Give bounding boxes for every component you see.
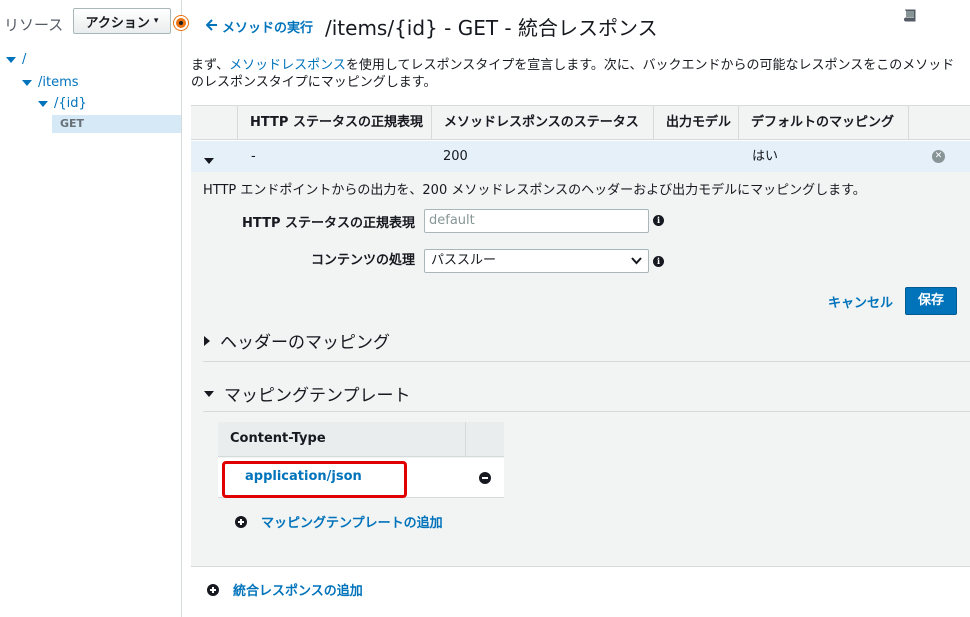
- column-header-default: デフォルトのマッピング: [738, 106, 908, 139]
- intro-text: まず、メソッドレスポンスを使用してレスポンスタイプを宣言します。次に、バックエン…: [191, 57, 961, 91]
- tree-item-items[interactable]: /items: [22, 75, 79, 90]
- expand-triangle-icon[interactable]: [6, 56, 16, 63]
- cell-regex: -: [251, 149, 256, 164]
- divider: [203, 361, 970, 362]
- arrow-left-icon: [205, 18, 218, 35]
- highlight-annotation: [222, 461, 407, 498]
- chevron-down-icon: [631, 250, 642, 280]
- info-icon[interactable]: i: [653, 256, 664, 267]
- save-button[interactable]: 保存: [905, 287, 957, 315]
- add-icon: [207, 583, 219, 596]
- content-handling-value: パススルー: [431, 253, 497, 268]
- panel-resize-handle[interactable]: [174, 16, 188, 30]
- collapse-row-icon[interactable]: [204, 153, 214, 168]
- expand-triangle-icon[interactable]: [38, 100, 48, 107]
- tree-item-get[interactable]: GET: [52, 115, 181, 133]
- tree-item-id[interactable]: /{id}: [38, 96, 87, 111]
- divider: [203, 411, 970, 412]
- method-response-link[interactable]: メソッドレスポンス: [229, 58, 346, 73]
- expand-right-icon: [204, 335, 210, 346]
- actions-button[interactable]: アクション ▾: [73, 8, 171, 34]
- column-header-model: 出力モデル: [653, 106, 738, 139]
- content-handling-select[interactable]: パススルー: [424, 249, 649, 273]
- add-integration-response-button[interactable]: 統合レスポンスの追加: [207, 580, 363, 599]
- tree-item-root[interactable]: /: [6, 52, 26, 67]
- expand-triangle-icon[interactable]: [22, 79, 32, 86]
- regex-input[interactable]: default: [424, 209, 649, 233]
- actions-button-label: アクション: [85, 15, 150, 31]
- cell-default: はい: [752, 149, 779, 164]
- intro-before: まず、: [191, 58, 230, 73]
- detail-description: HTTP エンドポイントからの出力を、200 メソッドレスポンスのヘッダーおよび…: [203, 183, 866, 198]
- column-header-status: メソッドレスポンスのステータス: [431, 106, 653, 139]
- table-row[interactable]: - 200 はい: [191, 141, 970, 172]
- page-title: /items/{id} - GET - 統合レスポンス: [325, 16, 658, 40]
- tree-item-id-label[interactable]: /{id}: [54, 96, 87, 111]
- header-mapping-title[interactable]: ヘッダーのマッピング: [220, 328, 390, 353]
- back-to-method-execution-link[interactable]: メソッドの実行: [205, 17, 313, 36]
- collapse-down-icon: [204, 390, 214, 397]
- add-mapping-template-label[interactable]: マッピングテンプレートの追加: [261, 512, 443, 531]
- column-divider: [465, 422, 466, 456]
- remove-icon[interactable]: [479, 472, 491, 484]
- tree-item-root-label[interactable]: /: [22, 52, 26, 67]
- column-header-actions: [908, 106, 970, 139]
- back-link-label[interactable]: メソッドの実行: [222, 17, 313, 36]
- book-icon[interactable]: [902, 8, 918, 24]
- resources-title: リソース: [4, 16, 64, 34]
- resources-panel: リソース アクション ▾ / /items /{id} GET: [0, 0, 182, 617]
- header-mapping-toggle[interactable]: ヘッダーのマッピング: [204, 328, 390, 353]
- regex-label: HTTP ステータスの正規表現: [242, 216, 415, 231]
- mapping-templates-title[interactable]: マッピングテンプレート: [224, 381, 411, 406]
- tree-item-items-label[interactable]: /items: [38, 75, 79, 90]
- content-handling-label: コンテンツの処理: [310, 253, 415, 268]
- caret-down-icon: ▾: [153, 16, 159, 26]
- cell-status: 200: [443, 149, 468, 164]
- mapping-templates-toggle[interactable]: マッピングテンプレート: [204, 381, 411, 406]
- delete-response-icon[interactable]: ✕: [932, 150, 945, 163]
- add-icon: [235, 515, 247, 528]
- responses-table-header: HTTP ステータスの正規表現 メソッドレスポンスのステータス 出力モデル デフ…: [191, 105, 970, 140]
- column-header-content-type: Content-Type: [230, 431, 326, 446]
- add-integration-response-label[interactable]: 統合レスポンスの追加: [233, 580, 363, 599]
- content-type-table-header: Content-Type: [218, 422, 504, 457]
- info-icon[interactable]: i: [653, 215, 664, 226]
- add-mapping-template-button[interactable]: マッピングテンプレートの追加: [235, 512, 443, 531]
- column-header-regex: HTTP ステータスの正規表現: [237, 106, 431, 139]
- cancel-button[interactable]: キャンセル: [828, 292, 893, 311]
